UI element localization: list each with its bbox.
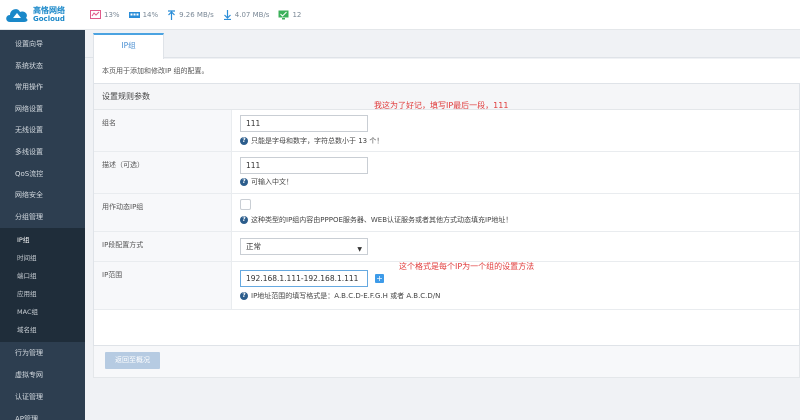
chevron-down-icon: ▼ <box>357 246 362 253</box>
annotation-note-2: 这个格式是每个IP为一个组的设置方法 <box>399 262 535 271</box>
main-menu-lower: 行为管理 虚拟专网 认证管理 AP管理 <box>0 342 85 420</box>
submenu-item-time-group[interactable]: 时间组 <box>0 249 85 267</box>
cpu-icon <box>90 10 101 19</box>
menu-item-group-management[interactable]: 分组管理 <box>0 207 85 229</box>
help-icon: ? <box>240 216 248 224</box>
help-icon: ? <box>240 178 248 186</box>
dynamic-ip-hint: ? 这种类型的IP组内容由PPPOE服务器、WEB认证服务或者其他方式动态填充I… <box>240 215 512 225</box>
cloud-logo-icon <box>6 8 28 22</box>
submenu-item-port-group[interactable]: 端口组 <box>0 267 85 285</box>
main-menu: 设置向导 系统状态 常用操作 网络设置 无线设置 多线设置 QoS流控 网络安全… <box>0 34 85 228</box>
menu-item-network-settings[interactable]: 网络设置 <box>0 99 85 121</box>
config-mode-label: IP段配置方式 <box>102 241 144 249</box>
add-range-button[interactable]: + <box>375 274 384 283</box>
row-dynamic-ip-group: 用作动态IP组 ? 这种类型的IP组内容由PPPOE服务器、WEB认证服务或者其… <box>94 194 799 232</box>
submenu-item-domain-group[interactable]: 域名组 <box>0 321 85 339</box>
menu-item-security[interactable]: 网络安全 <box>0 185 85 207</box>
upload-arrow-icon <box>167 9 176 20</box>
back-to-overview-button[interactable]: 返回至概况 <box>105 352 160 369</box>
cpu-value: 13% <box>104 10 120 19</box>
brand-name-cn: 高恪网络 <box>33 5 65 15</box>
monitor-icon <box>278 10 289 20</box>
menu-item-wireless[interactable]: 无线设置 <box>0 120 85 142</box>
download-value: 4.07 MB/s <box>234 10 270 19</box>
tab-bar: IP组 <box>85 30 800 59</box>
menu-item-system-status[interactable]: 系统状态 <box>0 56 85 78</box>
description-hint: ? 可输入中文！ <box>240 177 293 187</box>
group-submenu: IP组 时间组 端口组 应用组 MAC组 域名组 <box>0 228 85 343</box>
group-name-hint: ? 只能是字母和数字，字符总数小于 13 个！ <box>240 136 383 146</box>
settings-panel: 设置规则参数 组名 111 ? 只能是字母和数字，字符总数小于 13 个！ 描述… <box>93 83 800 346</box>
menu-item-behavior[interactable]: 行为管理 <box>0 342 85 364</box>
cpu-stat: 13% <box>90 10 120 19</box>
annotation-note-1: 我这为了好记，填写IP最后一段，111 <box>374 101 509 110</box>
ip-range-label: IP范围 <box>102 271 123 279</box>
config-mode-select[interactable]: 正常 ▼ <box>240 238 368 255</box>
menu-item-auth[interactable]: 认证管理 <box>0 386 85 408</box>
menu-item-common-ops[interactable]: 常用操作 <box>0 77 85 99</box>
memory-stat: 14% <box>128 10 159 19</box>
brand-name-en: Gocloud <box>33 14 65 23</box>
memory-icon <box>128 11 140 19</box>
download-stat: 4.07 MB/s <box>223 9 270 20</box>
upload-value: 9.26 MB/s <box>179 10 214 19</box>
ip-range-hint: ? IP地址范围的填写格式是：A.B.C.D-E.F.G.H 或者 A.B.C.… <box>240 291 440 301</box>
menu-item-setup-wizard[interactable]: 设置向导 <box>0 34 85 56</box>
logo: 高恪网络 Gocloud <box>0 0 85 30</box>
menu-item-multiline[interactable]: 多线设置 <box>0 142 85 164</box>
description-input[interactable]: 111 <box>240 157 368 174</box>
row-group-name: 组名 111 ? 只能是字母和数字，字符总数小于 13 个！ <box>94 110 799 152</box>
page-description: 本页用于添加和修改IP 组的配置。 <box>93 59 800 83</box>
memory-value: 14% <box>142 10 159 19</box>
connections-value: 12 <box>292 10 302 19</box>
download-arrow-icon <box>223 9 232 20</box>
help-icon: ? <box>240 137 248 145</box>
submenu-item-mac-group[interactable]: MAC组 <box>0 303 85 321</box>
actions-bar: 返回至概况 <box>93 346 800 378</box>
dynamic-ip-label: 用作动态IP组 <box>102 203 144 211</box>
menu-item-vpn[interactable]: 虚拟专网 <box>0 364 85 386</box>
description-label: 描述（可选） <box>102 161 144 169</box>
status-bar: 13% 14% 9.26 MB/s 4.07 MB/s 12 <box>85 0 800 30</box>
connections-stat: 12 <box>278 10 301 20</box>
help-icon: ? <box>240 292 248 300</box>
dynamic-ip-checkbox[interactable] <box>240 199 251 210</box>
row-description: 描述（可选） 111 ? 可输入中文！ <box>94 152 799 194</box>
group-name-label: 组名 <box>102 119 116 127</box>
tab-ip-group[interactable]: IP组 <box>93 33 164 59</box>
ip-range-input[interactable]: 192.168.1.111-192.168.1.111 <box>240 270 368 287</box>
submenu-item-ip-group[interactable]: IP组 <box>0 231 85 249</box>
submenu-item-app-group[interactable]: 应用组 <box>0 285 85 303</box>
row-config-mode: IP段配置方式 正常 ▼ <box>94 232 799 262</box>
group-name-input[interactable]: 111 <box>240 115 368 132</box>
sidebar: 高恪网络 Gocloud 设置向导 系统状态 常用操作 网络设置 无线设置 多线… <box>0 0 85 420</box>
menu-item-qos[interactable]: QoS流控 <box>0 164 85 186</box>
main-content: IP组 本页用于添加和修改IP 组的配置。 设置规则参数 组名 111 ? 只能… <box>85 30 800 420</box>
upload-stat: 9.26 MB/s <box>167 9 214 20</box>
menu-item-ap[interactable]: AP管理 <box>0 408 85 420</box>
